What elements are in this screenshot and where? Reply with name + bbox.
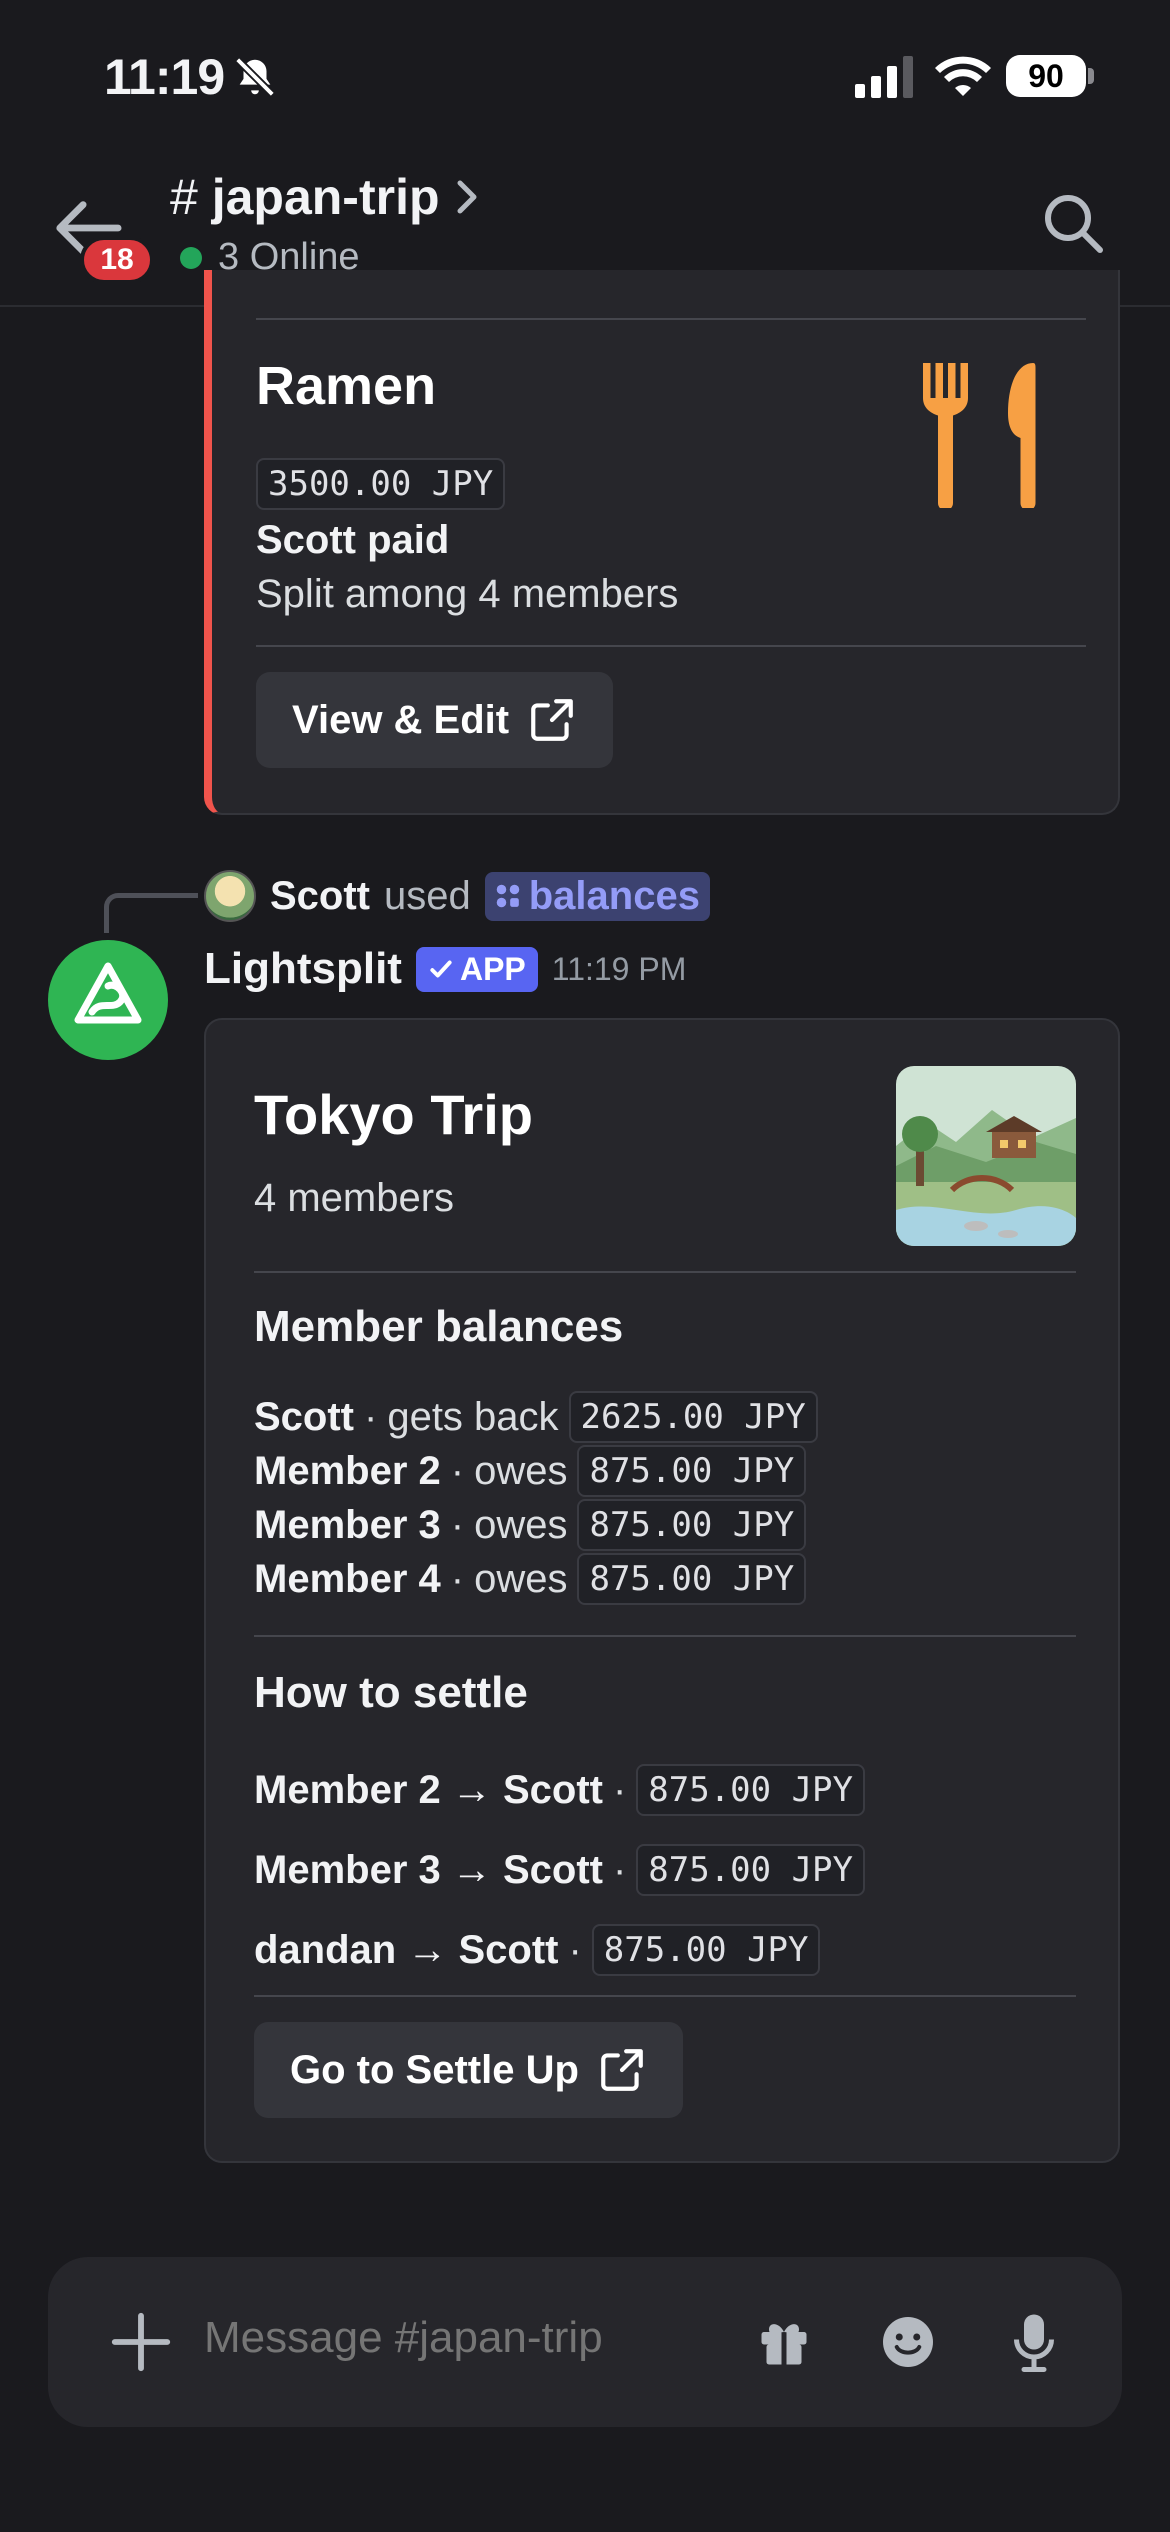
settlement-row: Member 3 → Scott · 875.00 JPY — [254, 1830, 865, 1910]
command-user[interactable]: Scott — [270, 874, 370, 919]
channel-hash: # — [170, 169, 198, 225]
message-composer — [48, 2257, 1122, 2427]
channel-title[interactable]: # japan-trip — [170, 168, 482, 226]
group-balance-card: Tokyo Trip 4 members Member balances Sco… — [204, 1018, 1120, 2163]
settlement-amount: 875.00 JPY — [636, 1764, 865, 1816]
lightsplit-logo-icon — [74, 962, 142, 1024]
app-tag-label: APP — [459, 950, 526, 987]
bot-name[interactable]: Lightsplit — [204, 944, 402, 994]
group-title: Tokyo Trip — [254, 1083, 533, 1146]
balances-heading: Member balances — [254, 1302, 624, 1351]
settlement-amount: 875.00 JPY — [591, 1924, 821, 1976]
divider — [254, 1271, 1076, 1273]
balance-action: owes — [474, 1448, 568, 1493]
message-input[interactable] — [204, 2313, 684, 2363]
settle-heading: How to settle — [254, 1668, 528, 1717]
balance-row: Member 3 · owes 875.00 JPY — [254, 1498, 818, 1552]
external-link-icon — [601, 2049, 643, 2091]
group-thumbnail[interactable] — [896, 1066, 1076, 1246]
expense-card: Ramen 3500.00 JPY Scott paid Split among… — [204, 270, 1120, 815]
balance-amount: 875.00 JPY — [577, 1553, 807, 1605]
separator: · — [612, 1847, 627, 1892]
separator: · — [364, 1394, 378, 1439]
chevron-right-icon — [457, 180, 477, 214]
member-name: Scott — [254, 1394, 354, 1439]
wifi-icon — [935, 56, 991, 96]
member-name: Member 2 — [254, 1448, 441, 1493]
external-link-icon — [531, 699, 573, 741]
settlement-row: dandan → Scott · 875.00 JPY — [254, 1910, 865, 1990]
view-edit-label: View & Edit — [292, 697, 510, 742]
battery-indicator: 90 — [1006, 55, 1086, 97]
divider — [254, 1995, 1076, 1997]
divider — [256, 645, 1086, 647]
status-bar: 11:19 90 — [0, 0, 1170, 150]
message-header: Lightsplit APP 11:19 PM — [204, 944, 686, 994]
settlement-row: Member 2 → Scott · 875.00 JPY — [254, 1750, 865, 1830]
balance-action: gets back — [387, 1394, 559, 1439]
separator: · — [450, 1502, 465, 1547]
settle-up-button[interactable]: Go to Settle Up — [254, 2022, 683, 2118]
balance-amount: 875.00 JPY — [577, 1445, 807, 1497]
view-edit-button[interactable]: View & Edit — [256, 672, 614, 768]
balance-amount: 875.00 JPY — [577, 1499, 807, 1551]
separator: · — [568, 1927, 582, 1972]
search-icon[interactable] — [1040, 190, 1108, 258]
bell-muted-icon — [235, 57, 275, 97]
online-dot — [180, 246, 202, 269]
unread-badge: 18 — [80, 236, 154, 284]
balance-amount: 2625.00 JPY — [568, 1391, 818, 1443]
divider — [256, 318, 1086, 320]
split-info: Split among 4 members — [256, 572, 679, 616]
settlement-list: Member 2 → Scott · 875.00 JPY Member 3 →… — [254, 1750, 865, 1990]
settlement-text: Member 3 → Scott — [254, 1847, 603, 1892]
app-command-icon — [496, 884, 520, 908]
plus-icon[interactable] — [106, 2307, 176, 2377]
message-timestamp: 11:19 PM — [551, 950, 687, 987]
bot-avatar[interactable] — [48, 940, 168, 1060]
cellular-signal-icon — [855, 56, 913, 98]
reply-connector — [104, 893, 198, 933]
gift-icon[interactable] — [754, 2312, 814, 2372]
command-used-text: used — [384, 873, 471, 918]
balance-list: Scott · gets back 2625.00 JPY Member 2 ·… — [254, 1390, 818, 1606]
settlement-text: Member 2 → Scott — [254, 1767, 603, 1812]
avatar[interactable] — [204, 870, 256, 922]
member-name: Member 3 — [254, 1502, 441, 1547]
settlement-text: dandan → Scott — [254, 1927, 559, 1972]
balance-row: Scott · gets back 2625.00 JPY — [254, 1390, 818, 1444]
command-pill[interactable]: balances — [484, 871, 710, 921]
balance-row: Member 4 · owes 875.00 JPY — [254, 1552, 818, 1606]
member-name: Member 4 — [254, 1556, 441, 1601]
japanese-garden-image — [896, 1066, 1076, 1246]
fork-knife-icon — [923, 363, 1036, 508]
separator: · — [450, 1448, 465, 1493]
command-reference[interactable]: Scott used balances — [204, 870, 710, 922]
member-count: 4 members — [254, 1176, 455, 1220]
microphone-icon[interactable] — [1004, 2309, 1064, 2375]
expense-amount: 3500.00 JPY — [256, 458, 506, 510]
settle-up-label: Go to Settle Up — [290, 2047, 579, 2092]
separator: · — [612, 1767, 627, 1812]
app-tag: APP — [415, 946, 538, 992]
separator: · — [450, 1556, 465, 1601]
divider — [254, 1635, 1076, 1637]
balance-row: Member 2 · owes 875.00 JPY — [254, 1444, 818, 1498]
balance-action: owes — [474, 1502, 568, 1547]
expense-title: Ramen — [256, 356, 437, 416]
battery-nub — [1088, 68, 1094, 84]
paid-by: Scott paid — [256, 518, 450, 562]
status-time: 11:19 — [104, 49, 225, 105]
settlement-amount: 875.00 JPY — [636, 1844, 865, 1896]
balance-action: owes — [474, 1556, 568, 1601]
emoji-icon[interactable] — [878, 2312, 938, 2372]
verified-check-icon — [430, 960, 452, 978]
command-name: balances — [528, 873, 700, 918]
channel-name: japan-trip — [211, 169, 440, 225]
